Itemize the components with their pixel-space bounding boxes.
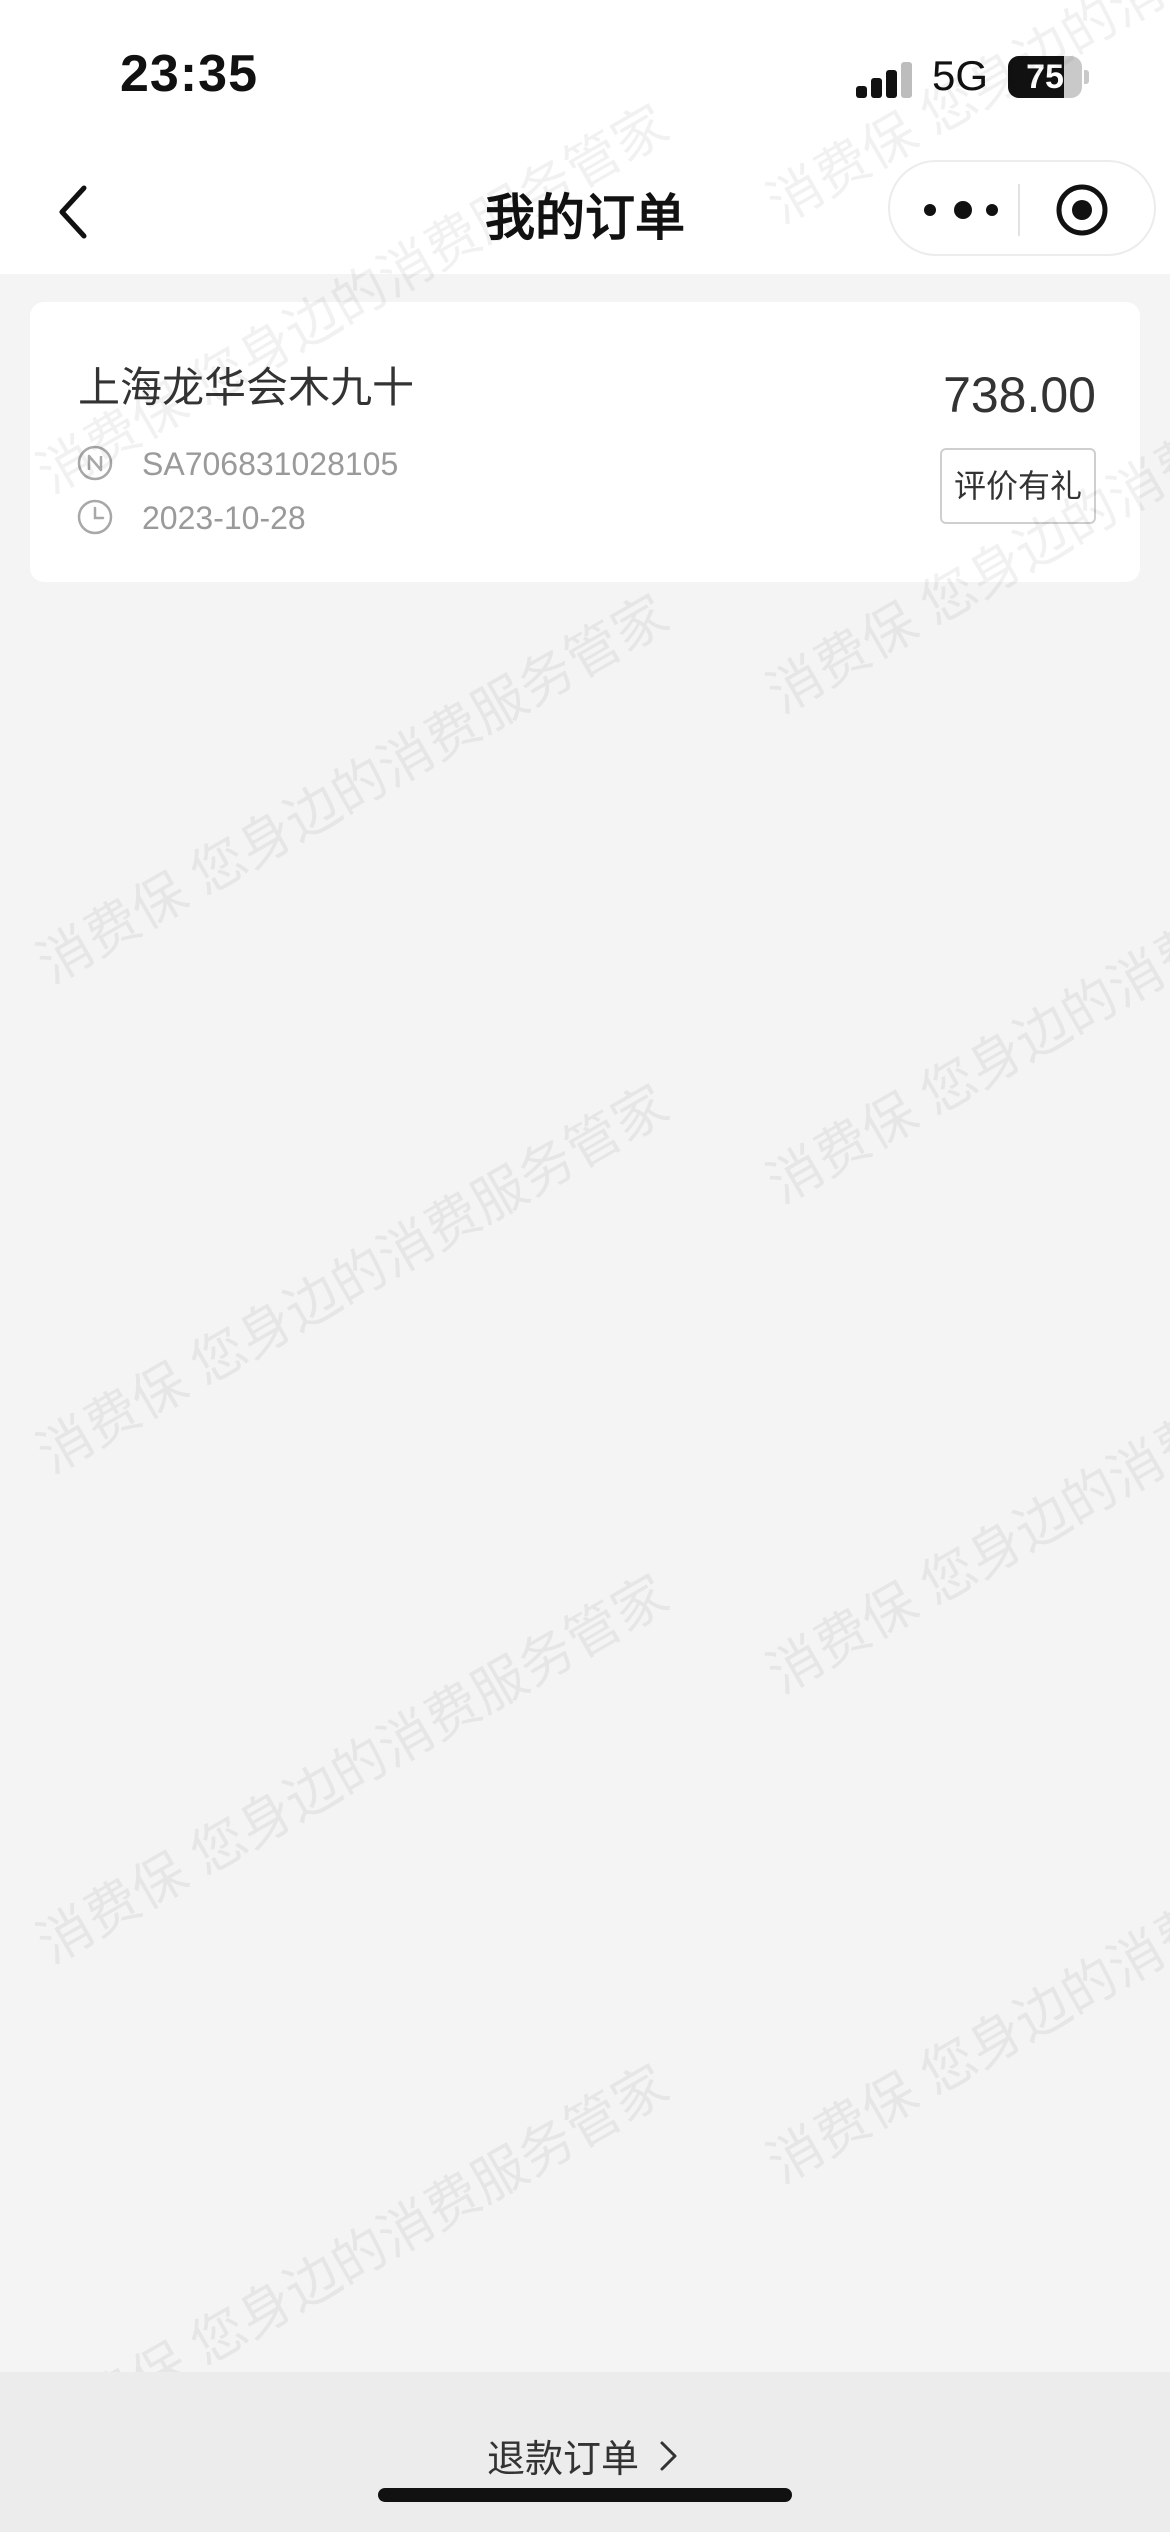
status-time: 23:35 [120,45,258,103]
refund-orders-label: 退款订单 [486,2439,639,2481]
watermark-text: 消费保 您身边的消费服务管家 [27,584,679,995]
clock-icon [76,498,114,536]
order-number-icon [76,444,114,482]
bottom-bar: 退款订单 [0,2372,1170,2532]
navigation-bar: 我的订单 [0,150,1170,274]
capsule-divider [1018,184,1020,236]
watermark-text: 消费保 您身边的消费服务管家 [757,1784,1170,2195]
order-card[interactable]: 上海龙华会木九十 SA706831028105 2023-10-28 738.0… [30,302,1140,582]
miniprogram-capsule [888,160,1156,256]
review-reward-button[interactable]: 评价有礼 [940,448,1096,524]
more-dots-icon[interactable] [920,180,1004,240]
order-date: 2023-10-28 [142,500,306,536]
watermark-text: 消费保 您身边的消费服务管家 [757,1294,1170,1705]
battery-level: 75 [1026,58,1064,96]
watermark-text: 消费保 您身边的消费服务管家 [757,804,1170,1215]
network-label: 5G [932,52,989,99]
watermark-text: 消费保 您身边的消费服务管家 [27,1564,679,1975]
watermark-text: 消费保 您身边的消费服务管家 [27,1074,679,1485]
status-bar: 23:35 5G 75 [0,0,1170,150]
target-circle-icon[interactable] [1054,182,1110,238]
signal-icon [856,60,914,98]
order-list-page: 23:35 5G 75 我的订单 上海龙华会木九十 SA706831028105… [0,0,1170,2532]
home-indicator [378,2488,792,2502]
battery-icon: 75 [1008,56,1089,98]
order-number: SA706831028105 [142,446,399,482]
refund-orders-link[interactable]: 退款订单 [0,2428,1170,2483]
store-name: 上海龙华会木九十 [78,364,415,411]
order-price: 738.00 [943,367,1096,423]
chevron-right-icon [653,2439,683,2473]
